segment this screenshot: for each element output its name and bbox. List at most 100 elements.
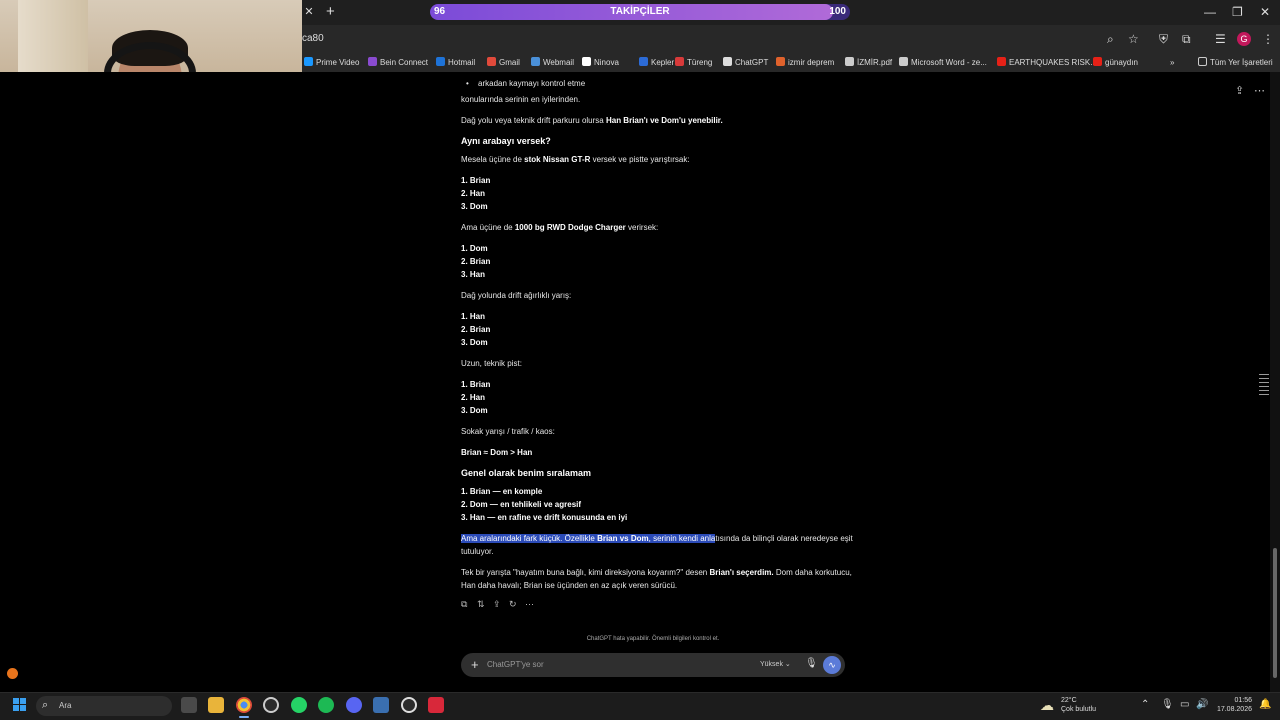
paragraph: Ama üçüne de 1000 bg RWD Dodge Charger v… — [461, 221, 658, 234]
bookmark-label: Hotmail — [448, 58, 476, 67]
notification-dot[interactable] — [7, 668, 18, 679]
outline-minimap-icon[interactable] — [1259, 374, 1269, 398]
bold-text: 1000 bg RWD Dodge Charger — [514, 223, 626, 232]
voice-mode-button[interactable]: ∿ — [823, 656, 841, 674]
bookmark-8[interactable]: ChatGPT — [723, 57, 768, 68]
media-controls-icon[interactable]: ☰ — [1215, 32, 1226, 46]
maximize-icon[interactable]: ❐ — [1232, 4, 1243, 20]
paragraph: Dağ yolu veya teknik drift parkuru olurs… — [461, 114, 723, 127]
ninova-icon — [582, 57, 591, 66]
composer-input[interactable]: ChatGPT'ye sor — [487, 660, 544, 670]
bookmark-star-icon[interactable]: ☆ — [1128, 32, 1139, 46]
clock-date[interactable]: 17.08.2026 — [1217, 705, 1252, 714]
bookmark-6[interactable]: Kepler — [639, 57, 674, 68]
share-icon[interactable]: ⇪ — [1235, 84, 1244, 97]
selected-text[interactable]: Ama aralarındaki fark küçük. Özellikle B… — [461, 534, 716, 543]
windows-start-icon[interactable] — [13, 698, 27, 712]
text: , serinin kendi anla — [648, 534, 716, 543]
ranking-item: 1. Brian — [461, 176, 491, 185]
copy-icon[interactable]: ⧉ — [461, 598, 467, 610]
menu-kebab-icon[interactable]: ⋮ — [1262, 32, 1274, 46]
feedback-icon[interactable]: ⇅ — [477, 598, 485, 610]
profile-avatar[interactable]: G — [1237, 32, 1251, 46]
bookmark-9[interactable]: izmir deprem — [776, 57, 834, 68]
extensions-icon[interactable]: ⧉ — [1182, 32, 1191, 46]
bold-text: Brian vs Dom — [597, 534, 649, 543]
close-tab-icon[interactable]: ✕ — [302, 5, 316, 19]
tray-network-icon[interactable]: ▭ — [1180, 699, 1189, 711]
tray-volume-icon[interactable]: 🔊 — [1196, 699, 1208, 711]
tray-chevron-up-icon[interactable]: ⌃ — [1141, 699, 1149, 711]
file-explorer-icon[interactable] — [208, 697, 224, 713]
taskbar-search-label[interactable]: Ara — [59, 701, 71, 711]
bookmark-3[interactable]: Gmail — [487, 57, 520, 68]
share-message-icon[interactable]: ⇪ — [493, 598, 501, 610]
bookmark-11[interactable]: Microsoft Word - ze... — [899, 57, 987, 68]
weather-cloud-icon[interactable]: ☁ — [1040, 697, 1054, 713]
webmail-icon — [531, 57, 540, 66]
discord-icon[interactable] — [346, 697, 362, 713]
ranking-item: 2. Brian — [461, 325, 491, 334]
more-actions-icon[interactable]: ⋯ — [525, 598, 534, 610]
bookmark-13[interactable]: günaydın — [1093, 57, 1138, 68]
address-text[interactable]: ca80 — [302, 33, 324, 44]
chrome-icon[interactable] — [236, 697, 252, 713]
steam-like-icon[interactable] — [373, 697, 389, 713]
notifications-bell-icon[interactable]: 🔔 — [1259, 699, 1271, 711]
ranking-item: 1. Brian — en komple — [461, 487, 543, 496]
tray-microphone-icon[interactable]: 🎙 — [1161, 699, 1174, 711]
all-bookmarks-button[interactable]: Tüm Yer İşaretleri — [1198, 57, 1273, 68]
zoom-search-icon[interactable]: ⌕ — [1107, 32, 1114, 46]
weather-temperature[interactable]: 22°C — [1061, 696, 1077, 705]
section-heading: Aynı arabayı versek? — [461, 136, 551, 146]
scrollbar-thumb[interactable] — [1273, 548, 1277, 678]
red-app-icon[interactable] — [428, 697, 444, 713]
model-selector[interactable]: Yüksek ⌄ — [760, 660, 791, 670]
ranking-item: 3. Dom — [461, 338, 488, 347]
bookmark-12[interactable]: EARTHQUAKES RISK... — [997, 57, 1097, 68]
microphone-icon[interactable]: 🎙 — [805, 658, 818, 670]
bookmarks-overflow-icon[interactable]: » — [1170, 57, 1174, 68]
bookmark-2[interactable]: Hotmail — [436, 57, 475, 68]
bookmark-10[interactable]: İZMİR.pdf — [845, 57, 892, 68]
speedtest-icon[interactable] — [263, 697, 279, 713]
youtube-icon — [1093, 57, 1102, 66]
bein-icon — [368, 57, 377, 66]
whatsapp-icon[interactable] — [291, 697, 307, 713]
bookmark-label: ChatGPT — [735, 58, 769, 67]
selected-paragraph[interactable]: Ama aralarındaki fark küçük. Özellikle B… — [461, 532, 853, 545]
section-heading: Genel olarak benim sıralamam — [461, 468, 592, 478]
prime-video-icon — [304, 57, 313, 66]
all-bookmarks-label: Tüm Yer İşaretleri — [1210, 58, 1273, 67]
ranking-item: 1. Brian — [461, 380, 491, 389]
more-options-icon[interactable]: ⋯ — [1254, 84, 1265, 97]
tureng-icon — [675, 57, 684, 66]
folder-icon — [1198, 57, 1207, 66]
window-close-icon[interactable]: ✕ — [1260, 4, 1270, 20]
shield-extension-icon[interactable]: ⛨ — [1159, 32, 1168, 46]
bookmark-5[interactable]: Ninova — [582, 57, 619, 68]
attach-plus-icon[interactable]: + — [471, 658, 479, 672]
minimize-icon[interactable]: — — [1204, 4, 1216, 20]
weather-description[interactable]: Çok bulutlu — [1061, 705, 1096, 714]
bookmark-0[interactable]: Prime Video — [304, 57, 359, 68]
ranking-item: 3. Dom — [461, 202, 488, 211]
wordpress-icon — [899, 57, 908, 66]
bookmark-7[interactable]: Türeng — [675, 57, 712, 68]
bold-text: stok Nissan GT-R — [524, 155, 591, 164]
follower-goal-label: TAKİPÇİLER — [610, 6, 670, 17]
paragraph: Sokak yarışı / trafik / kaos: — [461, 427, 555, 436]
task-view-icon[interactable] — [181, 697, 197, 713]
obs-icon[interactable] — [401, 697, 417, 713]
regenerate-icon[interactable]: ↻ — [509, 598, 517, 610]
outlook-icon — [436, 57, 445, 66]
ranking-item: 3. Dom — [461, 406, 488, 415]
text: Ama aralarındaki fark küçük. Özellikle — [461, 534, 598, 543]
clock-time[interactable]: 01:56 — [1234, 696, 1252, 705]
taskbar-search[interactable] — [36, 696, 172, 716]
text: verirsek: — [625, 223, 659, 232]
bookmark-1[interactable]: Bein Connect — [368, 57, 428, 68]
bookmark-4[interactable]: Webmail — [531, 57, 574, 68]
spotify-icon[interactable] — [318, 697, 334, 713]
new-tab-button[interactable]: + — [326, 4, 335, 20]
